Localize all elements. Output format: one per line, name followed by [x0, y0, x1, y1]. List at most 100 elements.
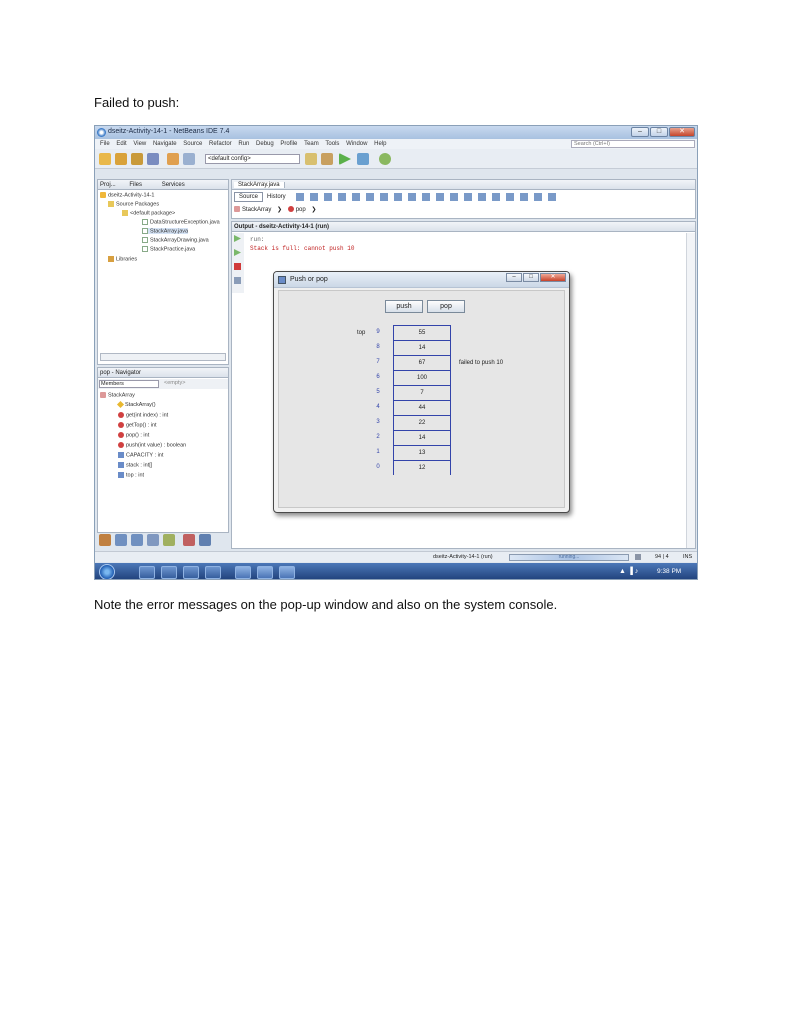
- navigator-item[interactable]: top : int: [118, 472, 144, 478]
- navigator-item[interactable]: StackArray: [100, 392, 135, 398]
- menu-profile[interactable]: Profile: [280, 139, 297, 149]
- navigator-item[interactable]: get(int index) : int: [118, 412, 168, 418]
- stack-index: 9: [376, 329, 380, 335]
- tree-item-default-package[interactable]: <default package>: [122, 210, 175, 216]
- editor-tool-icons[interactable]: [296, 193, 556, 201]
- menu-window[interactable]: Window: [346, 139, 367, 149]
- members-select[interactable]: Members: [99, 380, 159, 388]
- cancel-task-icon[interactable]: [635, 554, 641, 560]
- media-icon[interactable]: [205, 566, 221, 579]
- menu-debug[interactable]: Debug: [256, 139, 274, 149]
- output-side-toolbar: [232, 233, 244, 293]
- minimize-button[interactable]: –: [631, 127, 649, 137]
- window-icon[interactable]: [115, 534, 127, 546]
- panel-icon[interactable]: [131, 534, 143, 546]
- tab-services[interactable]: Services: [162, 182, 185, 188]
- editor-toolbar: Source History: [234, 192, 694, 202]
- tree-item-libraries[interactable]: Libraries: [108, 256, 137, 262]
- browser-icon[interactable]: [139, 566, 155, 579]
- breadcrumb-method[interactable]: pop: [296, 207, 306, 213]
- debug-icon[interactable]: [357, 153, 369, 165]
- explorer-icon[interactable]: [183, 566, 199, 579]
- start-button[interactable]: [99, 564, 115, 579]
- undo-icon[interactable]: [167, 153, 179, 165]
- menu-help[interactable]: Help: [374, 139, 386, 149]
- tree-item-project[interactable]: dseitz-Activity-14-1: [100, 192, 154, 198]
- tree-item-file[interactable]: StackArray.java: [142, 228, 189, 235]
- dialog-content: push pop top 55 9 14 8 67 7 100 6 7 5 44 4 22 3 14 2 13 1…: [278, 290, 565, 508]
- palette-bar: [99, 533, 227, 547]
- stack-index: 0: [376, 464, 380, 470]
- menu-view[interactable]: View: [133, 139, 146, 149]
- menu-source[interactable]: Source: [183, 139, 202, 149]
- navigator-item[interactable]: stack : int[]: [118, 462, 152, 468]
- build-icon[interactable]: [305, 153, 317, 165]
- rerun-icon[interactable]: [234, 235, 241, 242]
- stack-cell: 13: [393, 445, 451, 460]
- netbeans-task-icon[interactable]: [257, 566, 273, 579]
- stack-cell: 12: [393, 460, 451, 475]
- search-input[interactable]: Search (Ctrl+I): [571, 140, 695, 148]
- tab-stackarray-java[interactable]: StackArray.java: [234, 182, 285, 188]
- tree-item-file[interactable]: StackPractice.java: [142, 246, 195, 252]
- navigator-item[interactable]: StackArray(): [116, 401, 156, 409]
- profile-icon[interactable]: [379, 153, 391, 165]
- vertical-scrollbar[interactable]: [686, 233, 695, 548]
- source-tab[interactable]: Source: [234, 192, 264, 202]
- editor-tabs: StackArray.java: [232, 180, 695, 190]
- tree-item-file[interactable]: DataStructureException.java: [142, 219, 220, 225]
- error-icon[interactable]: [183, 534, 195, 546]
- dialog-maximize-button[interactable]: □: [523, 273, 539, 282]
- maximize-button[interactable]: □: [650, 127, 668, 137]
- chrome-icon[interactable]: [161, 566, 177, 579]
- pop-button[interactable]: pop: [427, 300, 465, 313]
- tab-projects[interactable]: Proj...: [100, 182, 116, 188]
- netbeans-screenshot: dseitz-Activity-14-1 - NetBeans IDE 7.4 …: [94, 125, 698, 580]
- rerun-with-params-icon[interactable]: [234, 249, 241, 256]
- menu-edit[interactable]: Edit: [116, 139, 126, 149]
- palette-icon[interactable]: [99, 534, 111, 546]
- dialog-minimize-button[interactable]: –: [506, 273, 522, 282]
- open-project-icon[interactable]: [131, 153, 143, 165]
- settings-icon[interactable]: [234, 277, 241, 284]
- new-project-icon[interactable]: [115, 153, 127, 165]
- redo-icon[interactable]: [183, 153, 195, 165]
- tree-item-file[interactable]: StackArrayDrawing.java: [142, 237, 209, 243]
- java-file-icon: [142, 246, 148, 252]
- push-button[interactable]: push: [385, 300, 423, 313]
- menu-refactor[interactable]: Refactor: [209, 139, 232, 149]
- save-all-icon[interactable]: [147, 153, 159, 165]
- menu-file[interactable]: File: [100, 139, 110, 149]
- table-icon[interactable]: [199, 534, 211, 546]
- new-file-icon[interactable]: [99, 153, 111, 165]
- navigator-item[interactable]: CAPACITY : int: [118, 452, 163, 458]
- stop-icon[interactable]: [234, 263, 241, 270]
- layout-icon[interactable]: [147, 534, 159, 546]
- close-button[interactable]: ✕: [669, 127, 695, 137]
- menu-navigate[interactable]: Navigate: [153, 139, 177, 149]
- dialog-close-button[interactable]: ✕: [540, 273, 566, 282]
- run-icon[interactable]: [339, 153, 351, 165]
- navigator-filter-value[interactable]: <empty>: [164, 380, 208, 388]
- word-icon[interactable]: [235, 566, 251, 579]
- clean-build-icon[interactable]: [321, 153, 333, 165]
- libraries-icon: [108, 256, 114, 262]
- tree-item-source-packages[interactable]: Source Packages: [108, 201, 159, 207]
- navigator-item[interactable]: getTop() : int: [118, 422, 157, 428]
- history-tab[interactable]: History: [264, 192, 289, 202]
- tab-files[interactable]: Files: [129, 182, 142, 188]
- java-task-icon[interactable]: [279, 566, 295, 579]
- breadcrumb-class[interactable]: StackArray: [242, 207, 271, 213]
- stack-cell: 14: [393, 430, 451, 445]
- main-toolbar: <default config>: [95, 149, 697, 169]
- output-header: Output - dseitz-Activity-14-1 (run): [232, 222, 695, 232]
- menu-run[interactable]: Run: [238, 139, 249, 149]
- component-icon[interactable]: [163, 534, 175, 546]
- navigator-item[interactable]: pop() : int: [118, 432, 149, 438]
- menu-tools[interactable]: Tools: [325, 139, 339, 149]
- navigator-item[interactable]: push(int value) : boolean: [118, 442, 186, 448]
- config-select[interactable]: <default config>: [205, 154, 300, 164]
- menu-team[interactable]: Team: [304, 139, 319, 149]
- tray-icons[interactable]: ▲ ▐ ♪: [619, 568, 638, 575]
- horizontal-scrollbar[interactable]: [100, 353, 226, 361]
